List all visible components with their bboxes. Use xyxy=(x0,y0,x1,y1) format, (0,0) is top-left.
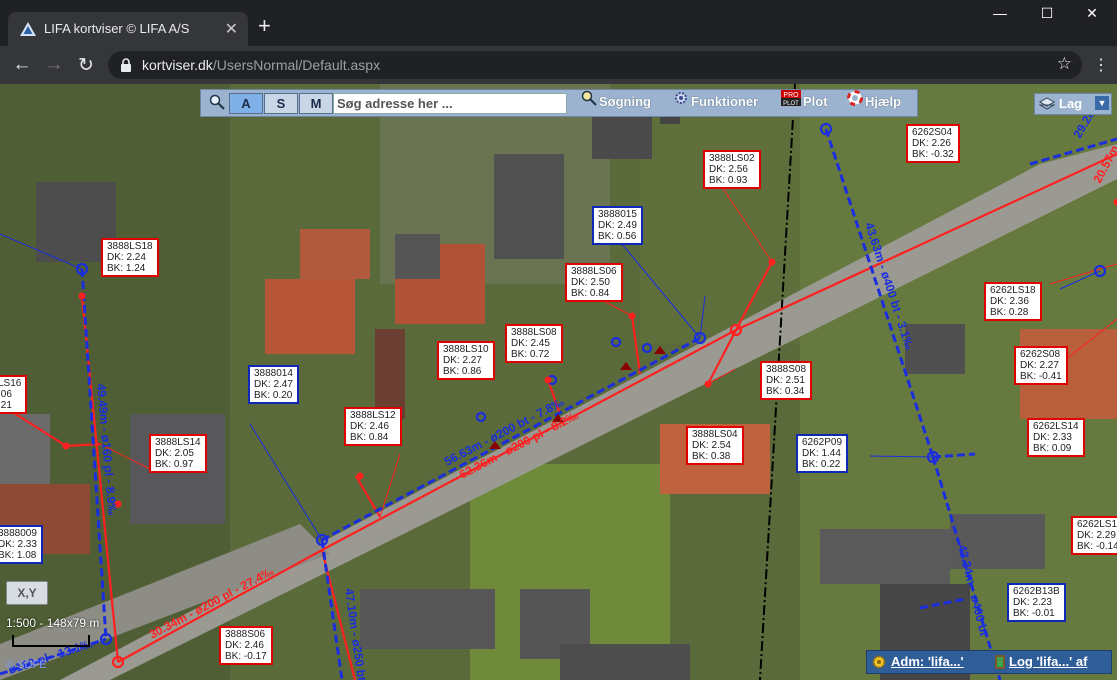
close-tab-icon[interactable]: ✕ xyxy=(225,19,238,39)
node-label-6262S04[interactable]: 6262S04 DK: 2.26 BK: -0.32 xyxy=(906,124,960,163)
user-status-bar: Adm: 'lifa...' Log 'lifa...' af xyxy=(866,650,1112,674)
node-label-3888S06[interactable]: 3888S06 DK: 2.46 BK: -0.17 xyxy=(219,626,273,665)
maximize-icon[interactable]: ☐ xyxy=(1027,5,1067,27)
node-label-3888014[interactable]: 3888014 DK: 2.47 BK: 0.20 xyxy=(248,365,299,404)
node-label-3888LS02[interactable]: 3888LS02 DK: 2.56 BK: 0.93 xyxy=(703,150,761,189)
node-label-3888LS04[interactable]: 3888LS04 DK: 2.54 BK: 0.38 xyxy=(686,426,744,465)
node-label-3888LS10[interactable]: 3888LS10 DK: 2.27 BK: 0.86 xyxy=(437,341,495,380)
layers-label: Lag xyxy=(1059,96,1083,111)
window-close-icon[interactable]: ✕ xyxy=(1072,5,1112,27)
tab-title: LIFA kortviser © LIFA A/S xyxy=(44,21,190,36)
xy-coordinate-button[interactable]: X,Y xyxy=(6,581,48,605)
node-label-6262LS18[interactable]: 6262LS18 DK: 2.36 BK: 0.28 xyxy=(984,282,1042,321)
logout-link[interactable]: Log 'lifa...' af xyxy=(1009,654,1087,669)
node-label-ls16[interactable]: LS16 .06 .21 xyxy=(0,375,28,414)
node-label-3888LS06[interactable]: 3888LS06 DK: 2.50 BK: 0.84 xyxy=(565,263,623,302)
functions-gear-icon xyxy=(675,92,687,104)
svg-text:PRO: PRO xyxy=(783,92,799,99)
chevron-down-icon[interactable]: ▼ xyxy=(1095,96,1109,110)
url-text: kortviser.dk/UsersNormal/Default.aspx xyxy=(142,57,380,73)
new-tab-button[interactable]: + xyxy=(258,15,271,37)
bookmark-star-icon[interactable]: ☆ xyxy=(1057,54,1072,74)
mode-s-button[interactable]: S xyxy=(264,93,298,114)
node-label-6262B13B[interactable]: 6262B13B DK: 2.23 BK: -0.01 xyxy=(1007,583,1066,622)
back-arrow-icon[interactable]: ← xyxy=(10,54,34,76)
sogning-link[interactable]: Søgning xyxy=(599,94,651,109)
forward-arrow-icon[interactable]: → xyxy=(42,54,66,76)
funktioner-link[interactable]: Funktioner xyxy=(691,94,758,109)
hjaelp-link[interactable]: Hjælp xyxy=(865,94,901,109)
reload-icon[interactable]: ↻ xyxy=(74,54,98,77)
admin-gear-icon xyxy=(872,655,886,669)
node-label-3888LS14[interactable]: 3888LS14 DK: 2.05 BK: 0.97 xyxy=(149,434,207,473)
help-lifebuoy-icon xyxy=(847,90,863,106)
lifa-favicon-icon xyxy=(20,22,36,36)
node-label-3888LS12[interactable]: 3888LS12 DK: 2.46 BK: 0.84 xyxy=(344,407,402,446)
lock-icon xyxy=(121,58,131,72)
address-search-input[interactable]: Søg adresse her ... xyxy=(333,93,567,114)
mode-a-button[interactable]: A xyxy=(229,93,263,114)
node-label-3888015[interactable]: 3888015 DK: 2.49 BK: 0.56 xyxy=(592,206,643,245)
logout-icon xyxy=(995,655,1005,669)
node-label-6262LS14[interactable]: 6262LS14 DK: 2.33 BK: 0.09 xyxy=(1027,418,1085,457)
admin-link[interactable]: Adm: 'lifa...' xyxy=(891,654,964,669)
node-label-6262S08[interactable]: 6262S08 DK: 2.27 BK: -0.41 xyxy=(1014,346,1068,385)
map-canvas[interactable]: 56.63m - ø200 bt - 7.8‰ 62.36m - ø200 pl… xyxy=(0,84,1117,680)
browser-toolbar: ← → ↻ kortviser.dk/UsersNormal/Default.a… xyxy=(0,46,1117,84)
minimize-icon[interactable]: — xyxy=(980,5,1020,27)
search-icon xyxy=(581,90,597,106)
browser-tab-bar: LIFA kortviser © LIFA A/S ✕ + — ☐ ✕ xyxy=(0,0,1117,46)
browser-tab[interactable]: LIFA kortviser © LIFA A/S ✕ xyxy=(8,12,248,46)
browser-menu-icon[interactable]: ⋮ xyxy=(1093,55,1109,75)
node-label-6262LS1[interactable]: 6262LS1 DK: 2.29 BK: -0.14 xyxy=(1071,516,1117,555)
url-path: /UsersNormal/Default.aspx xyxy=(212,57,381,73)
scale-text: 1:500 - 148x79 m xyxy=(6,616,100,630)
node-label-3888LS18[interactable]: 3888LS18 DK: 2.24 BK: 1.24 xyxy=(101,238,159,277)
mode-m-button[interactable]: M xyxy=(299,93,333,114)
svg-text:PLOT: PLOT xyxy=(783,101,799,106)
layers-button[interactable]: Lag ▼ xyxy=(1034,93,1112,115)
layers-icon xyxy=(1039,97,1055,110)
map-view[interactable]: 56.63m - ø200 bt - 7.8‰ 62.36m - ø200 pl… xyxy=(0,84,1117,680)
zoom-tool-icon[interactable] xyxy=(209,94,225,110)
node-label-6262P09[interactable]: 6262P09 DK: 1.44 BK: 0.22 xyxy=(796,434,849,473)
plot-link[interactable]: Plot xyxy=(803,94,828,109)
map-toolbar: A S M Søg adresse her ... Søgning Funkti… xyxy=(200,89,918,117)
node-label-3888S08[interactable]: 3888S08 DK: 2.51 BK: 0.34 xyxy=(760,361,813,400)
pro-plot-icon: PRO PLOT xyxy=(781,90,801,106)
node-label-3888009[interactable]: 3888009 DK: 2.33 BK: 1.08 xyxy=(0,525,43,564)
node-label-3888LS08[interactable]: 3888LS08 DK: 2.45 BK: 0.72 xyxy=(505,324,563,363)
address-bar[interactable]: kortviser.dk/UsersNormal/Default.aspx ☆ xyxy=(108,51,1082,79)
scale-bar xyxy=(12,635,90,647)
copyright-text: © SDFE xyxy=(6,659,47,671)
url-domain: kortviser.dk xyxy=(142,57,213,73)
